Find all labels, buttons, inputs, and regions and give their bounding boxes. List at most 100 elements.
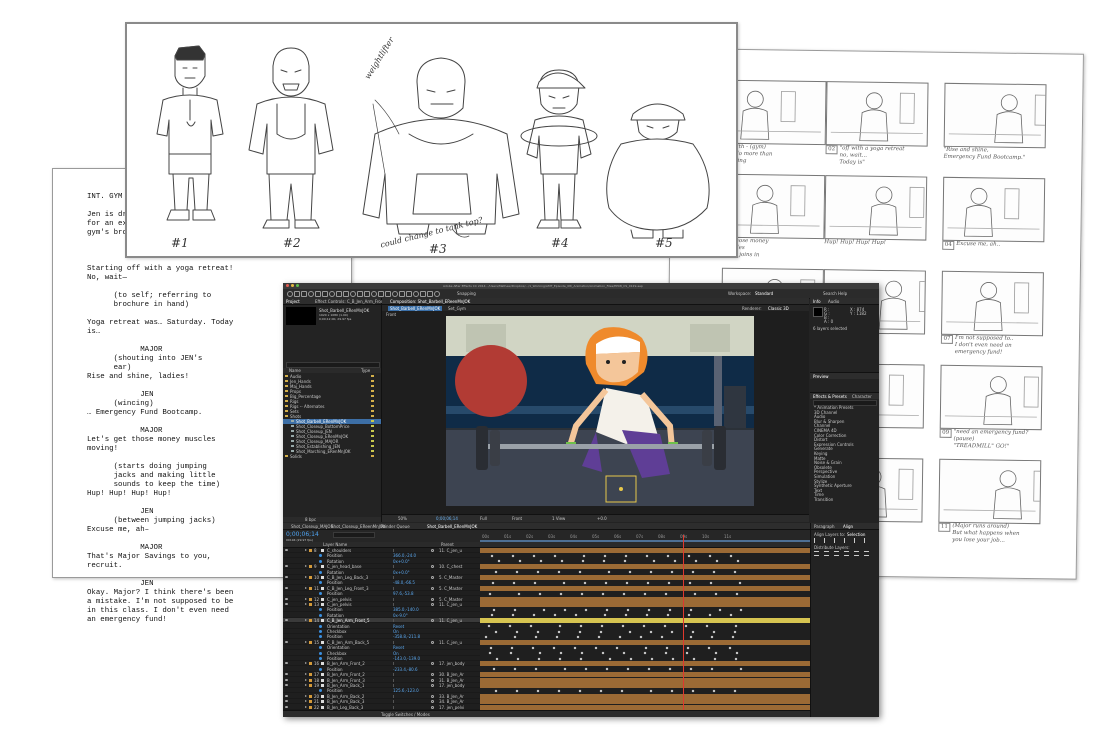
keyframe[interactable] bbox=[626, 608, 630, 612]
property-row[interactable]: Position-143.0,-139.0-143.0,-139.0 bbox=[283, 656, 480, 661]
keyframe[interactable] bbox=[738, 581, 742, 585]
property-value[interactable]: 0x-9.0° bbox=[393, 613, 408, 618]
label-color-swatch[interactable] bbox=[309, 662, 312, 666]
close-window-button[interactable] bbox=[286, 284, 289, 287]
keyframe[interactable] bbox=[557, 630, 561, 633]
layer-row[interactable]: 21 B_Jen_Arm_Back_3 34. B_Jen_Ar bbox=[283, 699, 480, 705]
pickwhip-icon[interactable] bbox=[431, 603, 434, 606]
keyframe[interactable] bbox=[532, 554, 536, 558]
property-value[interactable]: -48.0,-66.5 bbox=[393, 580, 415, 585]
tool-icon[interactable] bbox=[434, 291, 440, 297]
keyframe[interactable] bbox=[537, 657, 541, 660]
stopwatch-icon[interactable] bbox=[319, 554, 322, 558]
label-color-swatch[interactable] bbox=[309, 576, 312, 579]
keyframe[interactable] bbox=[603, 613, 607, 617]
keyframe[interactable] bbox=[691, 689, 695, 693]
keyframe[interactable] bbox=[558, 657, 562, 660]
switches[interactable] bbox=[393, 619, 414, 623]
layer-name[interactable]: B_Jen_Arm_Back_2 bbox=[327, 694, 364, 699]
keyframe[interactable] bbox=[605, 608, 609, 612]
property-row[interactable]: Rotation0x+0.0°0x+0.0° bbox=[283, 559, 480, 564]
layer-duration-bar[interactable] bbox=[480, 564, 810, 570]
pickwhip-icon[interactable] bbox=[431, 565, 434, 569]
bpc-indicator[interactable]: 8 bpc bbox=[305, 517, 316, 522]
keyframe[interactable] bbox=[513, 635, 517, 639]
keyframe-track[interactable] bbox=[480, 688, 810, 693]
property-value[interactable]: 97.6,-53.8 bbox=[393, 591, 414, 596]
expand-arrow-icon[interactable] bbox=[305, 662, 307, 665]
keyframe[interactable] bbox=[536, 570, 540, 574]
align-icon[interactable] bbox=[854, 538, 860, 543]
keyframe[interactable] bbox=[626, 667, 630, 671]
project-col-type[interactable]: Type bbox=[361, 368, 370, 373]
keyframe[interactable] bbox=[484, 635, 488, 639]
visibility-eye-icon[interactable] bbox=[285, 673, 288, 676]
expand-arrow-icon[interactable] bbox=[305, 684, 307, 686]
keyframe[interactable] bbox=[512, 581, 516, 585]
exposure-value[interactable]: +0.0 bbox=[597, 516, 607, 521]
keyframe[interactable] bbox=[604, 581, 608, 585]
layer-duration-bar[interactable] bbox=[480, 585, 810, 591]
keyframe[interactable] bbox=[578, 689, 582, 693]
keyframe[interactable] bbox=[576, 635, 580, 639]
keyframe[interactable] bbox=[644, 646, 648, 650]
property-value[interactable]: Reset bbox=[393, 624, 404, 629]
breadcrumb-shot[interactable]: Shot_Barbell_ERenMnJOK bbox=[388, 306, 443, 311]
property-value[interactable]: 0x+0.0° bbox=[393, 559, 410, 564]
keyframe[interactable] bbox=[602, 559, 606, 563]
stopwatch-icon[interactable] bbox=[319, 657, 322, 660]
tool-icon[interactable] bbox=[357, 291, 363, 297]
stopwatch-icon[interactable] bbox=[319, 624, 322, 628]
stopwatch-icon[interactable] bbox=[319, 570, 322, 574]
layer-duration-bar[interactable] bbox=[480, 672, 810, 678]
keyframe[interactable] bbox=[539, 559, 543, 563]
layer-duration-bar[interactable] bbox=[480, 693, 810, 699]
keyframe-track[interactable] bbox=[480, 629, 810, 634]
keyframe[interactable] bbox=[511, 554, 515, 558]
keyframe[interactable] bbox=[538, 592, 542, 596]
keyframe[interactable] bbox=[687, 613, 691, 617]
switches[interactable] bbox=[393, 700, 414, 704]
keyframe[interactable] bbox=[560, 559, 564, 563]
keyframe[interactable] bbox=[511, 613, 515, 617]
keyframe[interactable] bbox=[563, 608, 567, 612]
tool-icon[interactable] bbox=[364, 291, 370, 297]
keyframe[interactable] bbox=[492, 667, 496, 671]
keyframe[interactable] bbox=[713, 657, 717, 660]
keyframe[interactable] bbox=[488, 592, 492, 596]
keyframe[interactable] bbox=[573, 646, 577, 650]
layer-row[interactable]: 14 C_B_Jen_Arm_Front_5 11. C_jen_u bbox=[283, 618, 480, 624]
tab-project[interactable]: Project bbox=[286, 299, 300, 304]
keyframe[interactable] bbox=[553, 613, 557, 617]
property-row[interactable]: Position-48.0,-66.5-48.0,-66.5 bbox=[283, 580, 480, 586]
keyframe-track[interactable] bbox=[480, 651, 810, 656]
switches[interactable] bbox=[393, 586, 414, 590]
keyframe[interactable] bbox=[728, 646, 732, 650]
keyframe[interactable] bbox=[691, 570, 695, 574]
keyframe[interactable] bbox=[625, 581, 629, 585]
parent-select[interactable]: 11. C_jen_u bbox=[439, 618, 462, 623]
distribute-icon[interactable] bbox=[864, 551, 869, 556]
layer-row[interactable]: 8 C_shoulders 11. C_jen_u bbox=[283, 548, 480, 553]
timeline-search-input[interactable] bbox=[333, 532, 375, 538]
keyframe[interactable] bbox=[729, 613, 733, 617]
parent-select[interactable]: 11. C_jen_u bbox=[439, 548, 462, 553]
keyframe[interactable] bbox=[739, 667, 743, 671]
keyframe[interactable] bbox=[731, 635, 735, 639]
layer-row[interactable]: 17 B_Jen_Arm_Front_2 30. B_Jen_Ar bbox=[283, 672, 480, 678]
effects-category[interactable]: Transition bbox=[814, 497, 879, 503]
switches[interactable] bbox=[393, 576, 414, 579]
keyframe[interactable] bbox=[557, 689, 561, 693]
expand-arrow-icon[interactable] bbox=[305, 640, 307, 643]
resolution-select[interactable]: Full bbox=[480, 516, 487, 521]
keyframe[interactable] bbox=[553, 554, 557, 558]
keyframe[interactable] bbox=[705, 624, 709, 628]
snapping-label[interactable]: Snapping bbox=[457, 291, 476, 296]
parent-select[interactable]: 17. jen_body bbox=[439, 683, 465, 688]
distribute-icon[interactable] bbox=[854, 551, 859, 556]
layer-name[interactable]: C_B_Jen_Arm_Front_5 bbox=[327, 618, 370, 623]
property-row[interactable]: Position97.6,-53.897.6,-53.8 bbox=[283, 591, 480, 597]
visibility-eye-icon[interactable] bbox=[285, 694, 288, 697]
layer-row[interactable]: 20 B_Jen_Arm_Back_2 33. B_Jen_Ar bbox=[283, 694, 480, 699]
tool-icon[interactable] bbox=[308, 291, 314, 297]
